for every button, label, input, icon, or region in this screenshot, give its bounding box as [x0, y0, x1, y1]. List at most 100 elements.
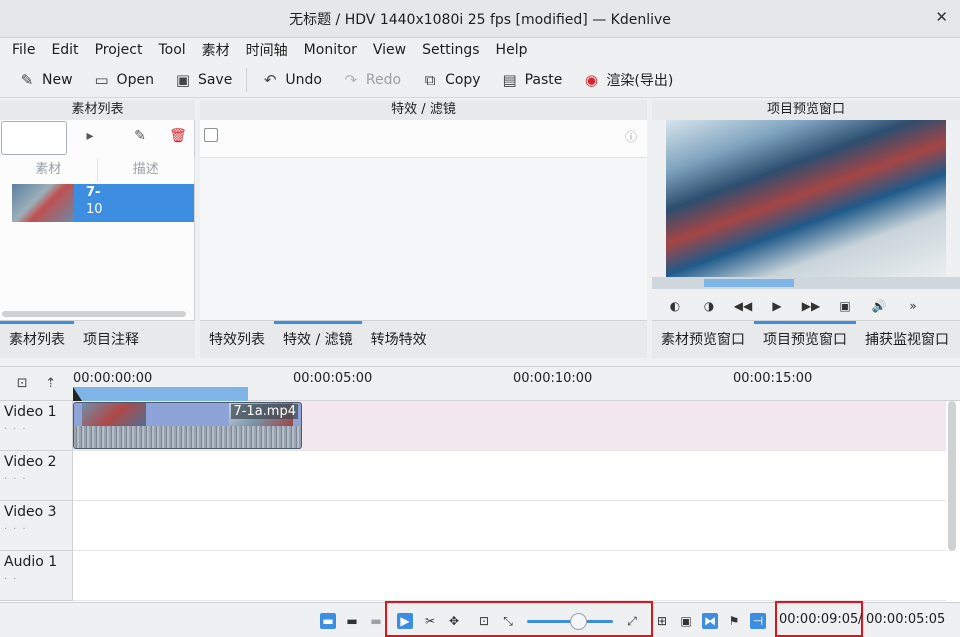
- zoom-out-icon[interactable]: ⤡: [500, 613, 516, 629]
- volume-icon[interactable]: 🔊: [862, 299, 896, 313]
- undo-button[interactable]: ↶ Undo: [251, 65, 332, 95]
- pencil-icon[interactable]: ✎: [130, 128, 150, 148]
- open-button[interactable]: ▭ Open: [83, 65, 164, 95]
- monitor-tabbar: 素材预览窗口 项目预览窗口 捕获监视窗口: [652, 320, 960, 358]
- toolbar-separator: [246, 67, 248, 92]
- track-header-video3[interactable]: Video 3 ···: [0, 501, 73, 551]
- render-button[interactable]: ◉ 渲染(导出): [572, 65, 683, 95]
- effects-panel: ⓘ: [200, 120, 647, 320]
- tab-transitions[interactable]: 转场特效: [362, 321, 436, 359]
- bin-add-clip-icon[interactable]: ▸: [80, 128, 100, 148]
- video-thumbnails-icon[interactable]: ▬: [320, 613, 336, 629]
- tab-effect-stack[interactable]: 特效 / 滤镜: [274, 320, 362, 359]
- selection-tool-icon[interactable]: ▶: [397, 613, 413, 629]
- save-icon: ▣: [175, 70, 191, 89]
- menu-file[interactable]: File: [4, 42, 43, 58]
- set-zone-out-icon[interactable]: ◑: [692, 299, 726, 313]
- tab-record-monitor[interactable]: 捕获监视窗口: [856, 321, 958, 359]
- track-video3[interactable]: [73, 501, 946, 551]
- track-name: Video 3: [4, 504, 57, 520]
- menu-monitor[interactable]: Monitor: [296, 42, 365, 58]
- bin-column-headers: 素材 描述: [0, 158, 195, 182]
- snap-icon[interactable]: ⊣: [750, 613, 766, 629]
- timeline-vertical-scrollbar[interactable]: [948, 401, 956, 551]
- timeline-position[interactable]: 00:00:09:05: [779, 612, 858, 627]
- markers-icon[interactable]: ▬: [368, 613, 384, 629]
- timeline-ruler[interactable]: 00:00:00:00 00:00:05:00 00:00:10:00 00:0…: [73, 367, 960, 401]
- track-header-video1[interactable]: Video 1 ···: [0, 401, 73, 451]
- bin-tabbar: 素材列表 项目注释: [0, 320, 195, 358]
- info-icon[interactable]: ⓘ: [625, 128, 637, 145]
- track-controls: ···: [4, 524, 32, 535]
- track-controls: ··: [4, 574, 23, 585]
- bin-column-clip[interactable]: 素材: [0, 158, 98, 182]
- redo-button[interactable]: ↷ Redo: [332, 65, 411, 95]
- ripple-mode-icon[interactable]: ⧓: [702, 613, 718, 629]
- tab-clip-list[interactable]: 素材列表: [0, 320, 74, 359]
- menu-settings[interactable]: Settings: [414, 42, 487, 58]
- close-icon[interactable]: ✕: [935, 8, 948, 26]
- track-video1[interactable]: 7-1a.mp4: [73, 401, 946, 451]
- track-settings-icon[interactable]: ⊡: [17, 376, 28, 391]
- timeline-zone[interactable]: [73, 387, 248, 401]
- tab-effect-list[interactable]: 特效列表: [200, 321, 274, 359]
- timeline-header-tools: ⊡ ⇡: [0, 367, 73, 401]
- ruler-label-15s: 00:00:15:00: [733, 371, 813, 386]
- timecode-separator: /: [858, 612, 863, 627]
- save-button[interactable]: ▣ Save: [164, 65, 242, 95]
- menu-project[interactable]: Project: [87, 42, 151, 58]
- monitor-ruler[interactable]: [652, 277, 960, 289]
- trash-icon[interactable]: 🗑: [168, 128, 188, 148]
- menu-view[interactable]: View: [365, 42, 414, 58]
- overwrite-mode-icon[interactable]: ▣: [678, 613, 694, 629]
- tab-project-notes[interactable]: 项目注释: [74, 321, 148, 359]
- track-audio1[interactable]: [73, 551, 946, 601]
- track-header-video2[interactable]: Video 2 ···: [0, 451, 73, 501]
- effects-enable-checkbox[interactable]: [204, 128, 218, 142]
- track-video2[interactable]: [73, 451, 946, 501]
- new-file-icon: ✎: [20, 70, 34, 89]
- bin-horizontal-scrollbar[interactable]: [2, 311, 186, 317]
- flag-icon[interactable]: ⚑: [726, 613, 742, 629]
- timeline-clip[interactable]: 7-1a.mp4: [73, 402, 302, 449]
- forward-icon[interactable]: ▶▶: [794, 299, 828, 313]
- bin-clip-item[interactable]: 7- 10: [12, 184, 194, 222]
- menu-clip[interactable]: 素材: [194, 40, 238, 60]
- play-icon[interactable]: ▶: [760, 299, 794, 313]
- fit-zoom-icon[interactable]: ⊡: [476, 613, 492, 629]
- tab-project-monitor[interactable]: 项目预览窗口: [754, 320, 856, 359]
- copy-button[interactable]: ⧉ Copy: [411, 65, 491, 95]
- bin-column-description[interactable]: 描述: [98, 158, 195, 182]
- bin-search-input[interactable]: [1, 121, 67, 155]
- menu-help[interactable]: Help: [488, 42, 536, 58]
- set-zone-in-icon[interactable]: ◐: [658, 299, 692, 313]
- paste-button[interactable]: ▤ Paste: [491, 65, 573, 95]
- menu-edit[interactable]: Edit: [43, 42, 86, 58]
- ruler-label-5s: 00:00:05:00: [293, 371, 373, 386]
- spacer-tool-icon[interactable]: ✥: [446, 613, 462, 629]
- open-label: Open: [116, 71, 154, 88]
- playhead[interactable]: [73, 387, 82, 401]
- zoom-slider-handle[interactable]: [570, 613, 587, 630]
- tab-clip-monitor[interactable]: 素材预览窗口: [652, 321, 754, 359]
- track-header-audio1[interactable]: Audio 1 ··: [0, 551, 73, 601]
- menu-tool[interactable]: Tool: [150, 42, 193, 58]
- effects-tabbar: 特效列表 特效 / 滤镜 转场特效: [200, 320, 647, 358]
- new-label: New: [42, 71, 73, 88]
- new-button[interactable]: ✎ New: [8, 65, 83, 95]
- monitor-menu-icon[interactable]: ▣: [828, 299, 862, 313]
- monitor-video-frame: [666, 120, 946, 277]
- track-controls: ···: [4, 474, 32, 485]
- audio-thumbnails-icon[interactable]: ▬: [344, 613, 360, 629]
- clip-thumbnail-start: [82, 403, 146, 427]
- copy-icon: ⧉: [424, 70, 436, 89]
- render-label: 渲染(导出): [606, 72, 674, 89]
- timeline-options-icon[interactable]: ⇡: [45, 376, 56, 391]
- monitor-panel-title: 项目预览窗口: [652, 100, 960, 120]
- more-icon[interactable]: »: [896, 299, 930, 313]
- rewind-icon[interactable]: ◀◀: [726, 299, 760, 313]
- zoom-in-icon[interactable]: ⤢: [624, 613, 640, 629]
- razor-tool-icon[interactable]: ✂: [422, 613, 438, 629]
- split-audio-icon[interactable]: ⊞: [654, 613, 670, 629]
- menu-timeline[interactable]: 时间轴: [238, 40, 296, 60]
